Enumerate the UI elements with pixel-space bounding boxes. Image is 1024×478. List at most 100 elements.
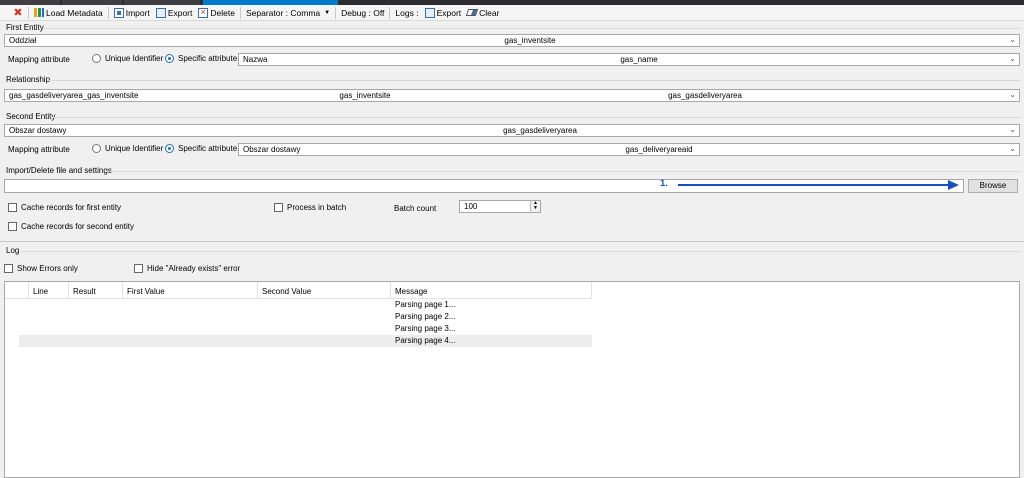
annotation-arrow-icon xyxy=(678,180,959,190)
second-attribute-display: Obszar dostawy xyxy=(243,145,301,154)
relationship-name: gas_gasdeliveryarea_gas_inventsite xyxy=(9,91,139,100)
message-cell: Parsing page 1... xyxy=(395,300,456,309)
logs-label: Logs : xyxy=(392,6,421,20)
delete-label: Delete xyxy=(210,7,235,18)
hide-exists-checkbox[interactable] xyxy=(134,264,143,273)
separator-dropdown[interactable]: Separator : Comma ▼ xyxy=(243,6,333,20)
first-mapping-label: Mapping attribute xyxy=(8,55,70,64)
log-group-label: Log xyxy=(6,246,20,255)
chevron-down-icon: ⌄ xyxy=(1009,125,1016,134)
load-metadata-label: Load Metadata xyxy=(46,7,103,18)
column-header-second-value[interactable]: Second Value xyxy=(258,282,391,299)
show-errors-checkbox[interactable] xyxy=(4,264,13,273)
log-grid[interactable]: Line Result First Value Second Value Mes… xyxy=(4,281,1020,478)
cache-second-label: Cache records for second entity xyxy=(21,222,134,231)
toolbar-separator xyxy=(389,6,391,19)
radio-specific-label: Specific attribute xyxy=(178,54,238,63)
second-radio-specific[interactable]: Specific attribute xyxy=(165,144,237,153)
grid-row-header-corner xyxy=(5,282,29,299)
radio-unique-label: Unique Identifier xyxy=(105,144,164,153)
clear-label: Clear xyxy=(479,7,500,18)
radio-specific-attribute[interactable] xyxy=(165,54,174,63)
column-header-first-value[interactable]: First Value xyxy=(123,282,258,299)
batch-count-value: 100 xyxy=(464,202,478,211)
group-divider xyxy=(48,80,1020,81)
chevron-down-icon: ▼ xyxy=(324,9,331,16)
table-row[interactable]: Parsing page 1... xyxy=(19,299,592,311)
first-attribute-logical-name: gas_name xyxy=(620,55,658,64)
export-button[interactable]: Export xyxy=(153,6,196,20)
process-batch-option[interactable]: Process in batch xyxy=(274,203,346,212)
second-entity-group-label: Second Entity xyxy=(6,112,56,121)
second-entity-display: Obszar dostawy xyxy=(9,126,67,135)
eraser-icon xyxy=(465,9,479,16)
toolbar-separator xyxy=(107,6,109,19)
batch-count-spinner[interactable]: 100 ▲ ▼ xyxy=(459,200,541,213)
show-errors-option[interactable]: Show Errors only xyxy=(4,264,78,273)
cache-second-checkbox[interactable] xyxy=(8,222,17,231)
browse-button[interactable]: Browse xyxy=(968,179,1018,193)
first-radio-specific[interactable]: Specific attribute xyxy=(165,54,237,63)
radio-unique-identifier[interactable] xyxy=(92,144,101,153)
column-header-result[interactable]: Result xyxy=(69,282,123,299)
debug-label: Debug : Off xyxy=(341,7,385,18)
load-metadata-button[interactable]: Load Metadata xyxy=(31,6,106,20)
second-attribute-combo[interactable]: Obszar dostawy gas_deliveryareaid ⌄ xyxy=(238,143,1020,156)
table-row[interactable]: Parsing page 3... xyxy=(19,323,592,335)
group-divider xyxy=(52,117,1020,118)
radio-unique-label: Unique Identifier xyxy=(105,54,164,63)
message-cell: Parsing page 2... xyxy=(395,312,456,321)
group-divider xyxy=(106,171,1020,172)
first-radio-unique[interactable]: Unique Identifier xyxy=(92,54,163,63)
second-attribute-logical-name: gas_deliveryareaid xyxy=(625,145,693,154)
column-header-message[interactable]: Message xyxy=(391,282,592,299)
cache-first-checkbox[interactable] xyxy=(8,203,17,212)
show-errors-label: Show Errors only xyxy=(17,264,78,273)
clear-button[interactable]: Clear xyxy=(464,6,502,20)
process-batch-checkbox[interactable] xyxy=(274,203,283,212)
column-header-line[interactable]: Line xyxy=(29,282,69,299)
logs-export-label: Export xyxy=(436,7,462,18)
cache-second-option[interactable]: Cache records for second entity xyxy=(8,222,134,231)
logs-export-button[interactable]: Export xyxy=(422,6,465,20)
hide-exists-option[interactable]: Hide "Already exists" error xyxy=(134,264,240,273)
chevron-down-icon: ⌄ xyxy=(1009,35,1016,44)
delete-button[interactable]: Delete xyxy=(195,6,238,20)
relationship-entity-1: gas_inventsite xyxy=(339,91,391,100)
import-button[interactable]: Import xyxy=(111,6,153,20)
delete-icon xyxy=(198,7,209,18)
group-divider xyxy=(44,28,1020,29)
cache-first-label: Cache records for first entity xyxy=(21,203,122,212)
chart-icon xyxy=(34,8,44,17)
toolbar: ✖ Load Metadata Import Export Delete Sep… xyxy=(0,5,1024,21)
close-tool-button[interactable]: ✖ xyxy=(10,6,26,20)
first-entity-group-label: First Entity xyxy=(6,23,44,32)
radio-specific-attribute[interactable] xyxy=(165,144,174,153)
toolbar-separator xyxy=(28,6,29,19)
import-icon xyxy=(113,7,124,18)
first-attribute-combo[interactable]: Nazwa gas_name ⌄ xyxy=(238,53,1020,66)
table-row-selected[interactable]: Parsing page 4... xyxy=(19,335,592,347)
first-entity-combo[interactable]: Oddział gas_inventsite ⌄ xyxy=(4,34,1020,47)
cache-first-option[interactable]: Cache records for first entity xyxy=(8,203,121,212)
radio-unique-identifier[interactable] xyxy=(92,54,101,63)
separator-label: Separator : Comma xyxy=(245,7,321,18)
chevron-down-icon: ⌄ xyxy=(1009,144,1016,153)
debug-toggle[interactable]: Debug : Off xyxy=(338,6,387,20)
hide-exists-label: Hide "Already exists" error xyxy=(147,264,241,273)
toolbar-separator xyxy=(335,6,337,19)
chevron-down-icon: ⌄ xyxy=(1009,90,1016,99)
relationship-entity-2: gas_gasdeliveryarea xyxy=(668,91,742,100)
table-row[interactable]: Parsing page 2... xyxy=(19,311,592,323)
import-settings-group-label: Import/Delete file and settings xyxy=(6,166,112,175)
relationship-combo[interactable]: gas_gasdeliveryarea_gas_inventsite gas_i… xyxy=(4,89,1020,102)
relationship-group-label: Relationship xyxy=(6,75,51,84)
first-attribute-display: Nazwa xyxy=(243,55,268,64)
first-entity-logical-name: gas_inventsite xyxy=(504,36,556,45)
batch-count-label: Batch count xyxy=(394,204,437,213)
message-cell: Parsing page 3... xyxy=(395,324,456,333)
spinner-arrows-icon[interactable]: ▲ ▼ xyxy=(530,201,540,212)
second-mapping-label: Mapping attribute xyxy=(8,145,70,154)
second-radio-unique[interactable]: Unique Identifier xyxy=(92,144,163,153)
second-entity-combo[interactable]: Obszar dostawy gas_gasdeliveryarea ⌄ xyxy=(4,124,1020,137)
